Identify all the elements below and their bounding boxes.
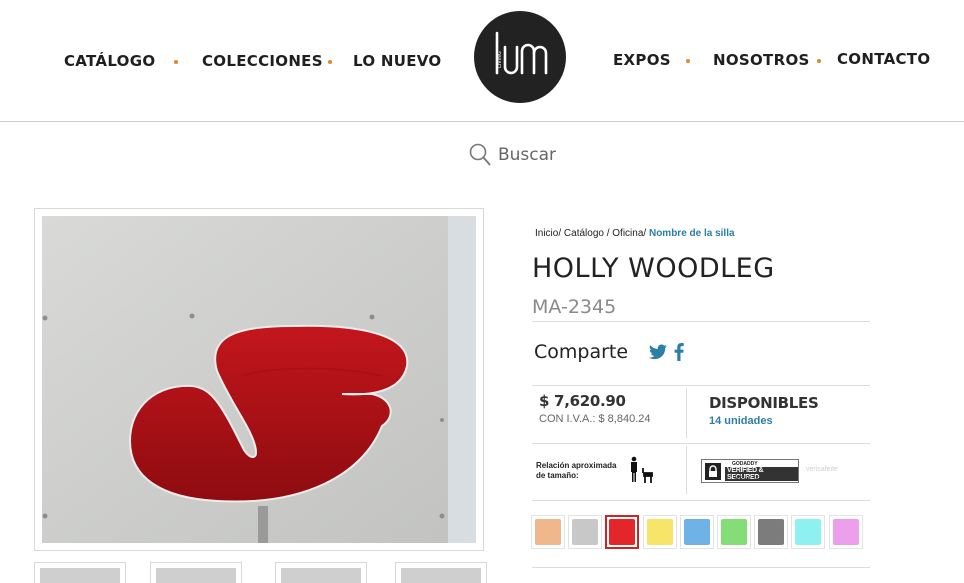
divider [532,385,870,386]
breadcrumb-inicio[interactable]: Inicio/ [535,228,561,239]
color-swatch[interactable] [721,519,747,545]
product-image[interactable] [42,216,476,543]
color-swatch[interactable] [758,519,785,545]
lumo-logo-icon: LIVING [495,31,548,75]
search-input[interactable] [498,145,638,165]
nav-separator [174,60,178,64]
color-swatch[interactable] [683,519,710,545]
person-chair-scale-icon [631,456,653,483]
breadcrumb-current: Nombre de la silla [648,228,735,239]
divider [532,321,870,322]
site-header: CATÁLOGO COLECCIONES LO NUEVO LIVING EXP… [0,0,964,122]
lock-icon [705,463,721,480]
nav-colecciones[interactable]: COLECCIONES [202,52,323,70]
breadcrumb-oficina[interactable]: Oficina/ [612,228,646,239]
color-swatch[interactable] [646,519,673,545]
product-code: MA-2345 [532,296,617,318]
color-swatch[interactable] [832,519,859,545]
badge-side-text: verisafeite [806,466,838,473]
stock-count: 14 unidades [709,415,773,427]
nav-separator [686,59,690,63]
nav-catalogo[interactable]: CATÁLOGO [64,52,155,70]
size-comparison-label: Relación aproximada de tamaño: [536,461,617,480]
product-thumbnail[interactable] [395,562,487,583]
badge-line-3: VERIFY SECURITY [733,476,778,482]
facebook-icon[interactable] [674,343,684,361]
divider [686,388,687,438]
breadcrumb-catalogo[interactable]: Catálogo / [564,228,610,239]
divider [532,500,870,501]
twitter-icon[interactable] [649,344,667,360]
nav-expos[interactable]: EXPOS [613,51,671,69]
nav-separator [328,60,332,64]
search-icon[interactable] [468,142,492,168]
color-swatch[interactable] [609,519,636,545]
availability-status: DISPONIBLES [709,394,819,412]
brand-logo[interactable]: LIVING [474,11,566,103]
product-thumbnail[interactable] [150,562,242,583]
share-label: Comparte [534,341,629,363]
product-image-frame [34,208,484,551]
divider [532,567,870,568]
nav-nosotros[interactable]: NOSOTROS [713,51,810,69]
divider [686,446,687,494]
color-swatch[interactable] [535,519,561,545]
nav-lo-nuevo[interactable]: LO NUEVO [353,52,441,70]
product-price: $ 7,620.90 [539,392,626,410]
product-title: HOLLY WOODLEG [532,253,775,284]
color-swatch[interactable] [795,519,822,545]
security-badge[interactable]: GODADDY VERIFIED & SECURED VERIFY SECURI… [701,459,799,483]
red-chair-photo [42,216,476,543]
product-thumbnail[interactable] [275,562,367,583]
nav-contacto[interactable]: CONTACTO [837,50,930,68]
logo-subtext: LIVING [497,51,503,68]
product-price-with-tax: CON I.V.A.: $ 8,840.24 [539,413,651,425]
search-bar[interactable] [468,140,638,170]
breadcrumb: Inicio/ Catálogo / Oficina/ Nombre de la… [535,228,735,239]
product-thumbnail[interactable] [34,562,126,583]
color-swatch[interactable] [572,519,599,545]
divider [532,443,870,444]
nav-separator [817,59,821,63]
